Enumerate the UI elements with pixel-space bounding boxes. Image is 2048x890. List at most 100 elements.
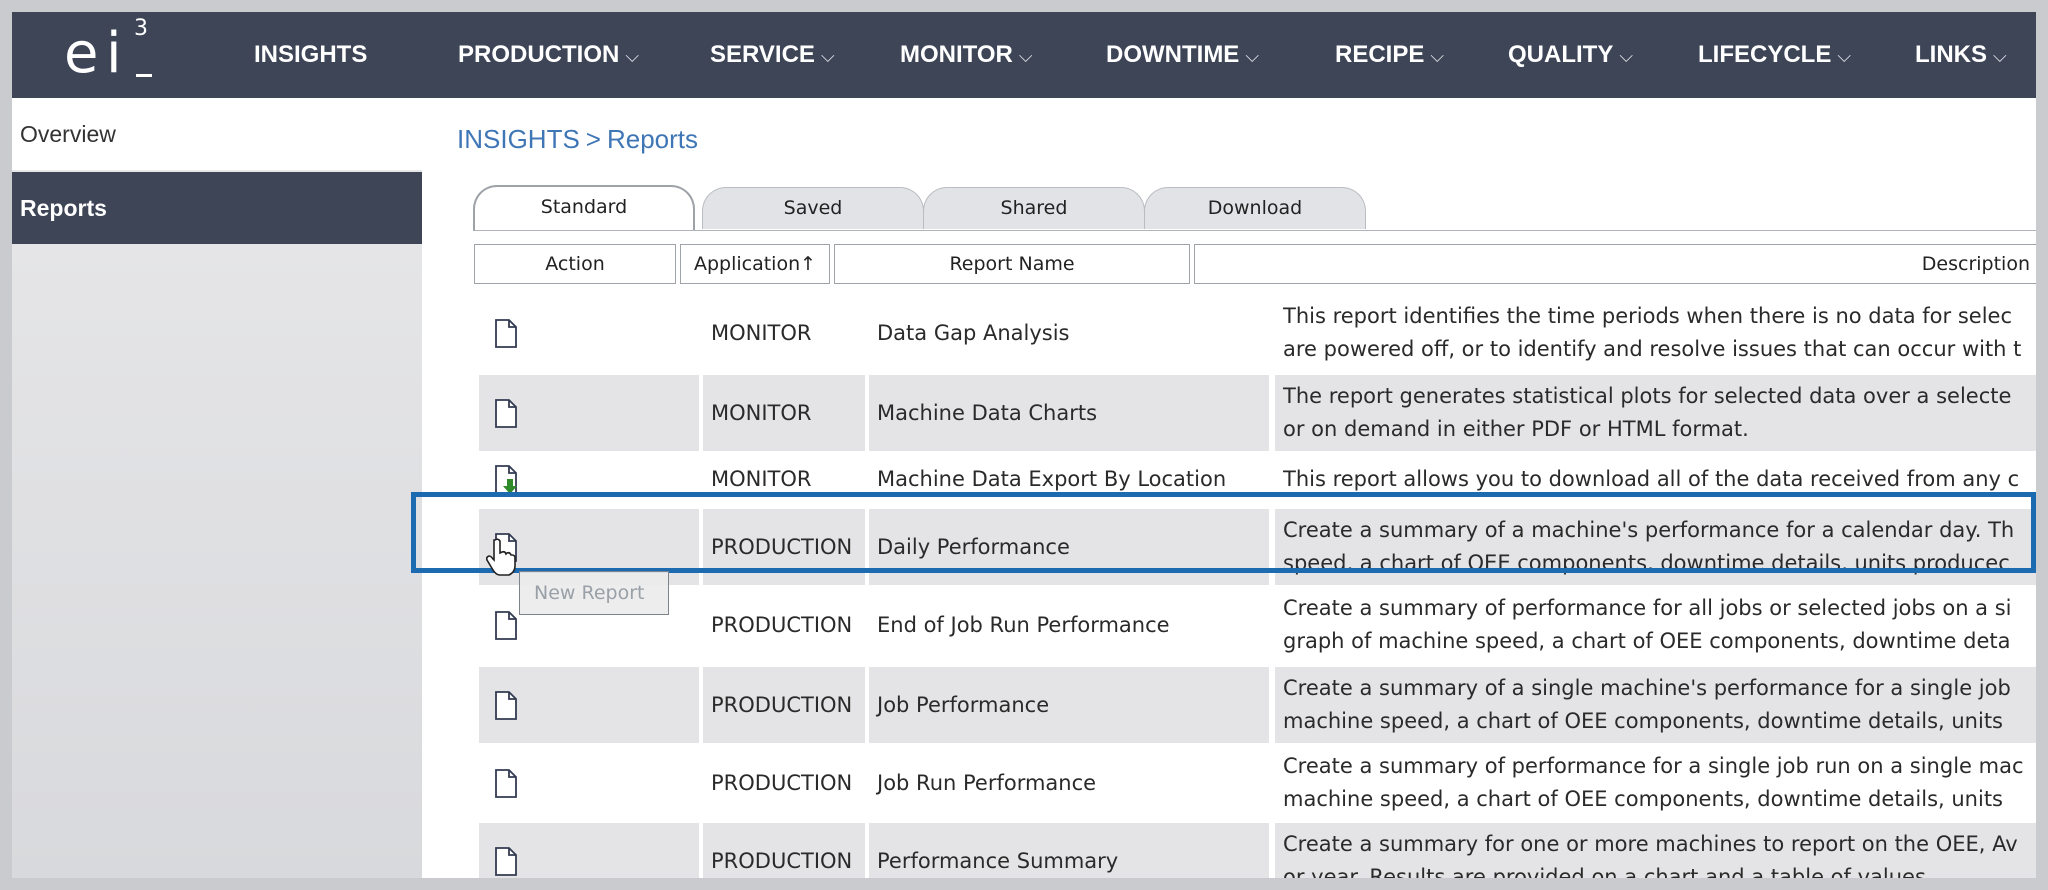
- description-cell: Create a summary of performance for a si…: [1275, 745, 2036, 821]
- new-report-icon[interactable]: [494, 319, 518, 348]
- hand-cursor-icon: [485, 538, 516, 580]
- application-cell: MONITOR: [703, 375, 865, 451]
- nav-service[interactable]: SERVICE ⌵: [710, 12, 835, 98]
- nav-links[interactable]: LINKS ⌵: [1915, 12, 2007, 98]
- tab-shared[interactable]: Shared: [923, 187, 1145, 229]
- column-header-label: Action: [545, 253, 605, 275]
- new-report-icon[interactable]: [494, 847, 518, 876]
- nav-production-label: PRODUCTION: [458, 41, 620, 68]
- action-cell: [479, 295, 699, 371]
- table-row: PRODUCTION Job Run Performance Create a su…: [479, 745, 2036, 821]
- description-cell: This report identifies the time periods …: [1275, 295, 2036, 371]
- chevron-down-icon: ⌵: [1430, 46, 1445, 66]
- nav-recipe-label: RECIPE: [1335, 41, 1425, 68]
- tooltip: New Report: [519, 571, 669, 615]
- application-cell: PRODUCTION: [711, 613, 853, 637]
- table-row: PRODUCTION End of Job Run Performance Crea…: [479, 587, 2036, 663]
- breadcrumb: INSIGHTS > Reports: [457, 124, 698, 155]
- nav-quality[interactable]: QUALITY ⌵: [1508, 12, 1633, 98]
- action-cell: [479, 823, 699, 878]
- application-cell: PRODUCTION: [703, 667, 865, 743]
- description-text: Create a summary of performance for all …: [1283, 596, 2012, 653]
- chevron-right-icon: >: [585, 124, 601, 154]
- tab-label: Download: [1207, 197, 1303, 219]
- nav-production[interactable]: PRODUCTION ⌵: [458, 12, 639, 98]
- column-header-application[interactable]: Application↑: [680, 244, 830, 284]
- breadcrumb-root[interactable]: INSIGHTS: [457, 124, 580, 154]
- description-text: The report generates statistical plots f…: [1283, 384, 2012, 441]
- application-cell: PRODUCTION: [703, 823, 865, 878]
- description-cell: The report generates statistical plots f…: [1275, 375, 2036, 451]
- chevron-down-icon: ⌵: [1619, 46, 1633, 66]
- nav-monitor-label: MONITOR: [900, 41, 1013, 68]
- sidebar: Overview Reports: [12, 98, 422, 878]
- column-header-action[interactable]: Action: [474, 244, 676, 284]
- tab-standard[interactable]: Standard: [473, 185, 695, 231]
- nav-quality-label: QUALITY: [1508, 41, 1614, 68]
- report-name-cell: Performance Summary: [869, 823, 1269, 878]
- table-row: MONITOR Machine Data Charts The report gen…: [479, 375, 2036, 451]
- sidebar-item-label: Reports: [20, 195, 107, 221]
- chevron-down-icon: ⌵: [625, 46, 639, 66]
- nav-service-label: SERVICE: [710, 41, 815, 68]
- nav-recipe[interactable]: RECIPE ⌵: [1335, 12, 1444, 98]
- nav-downtime[interactable]: DOWNTIME ⌵: [1106, 12, 1259, 98]
- tab-saved[interactable]: Saved: [702, 187, 924, 229]
- action-cell: [479, 745, 699, 821]
- nav-insights-label: INSIGHTS: [254, 41, 368, 68]
- new-report-icon[interactable]: [494, 399, 518, 428]
- top-nav-bar: e i 3 INSIGHTS PRODUCTION ⌵ SERVICE ⌵ MONI…: [12, 12, 2036, 98]
- chevron-down-icon: ⌵: [1018, 46, 1033, 66]
- description-cell: Create a summary for one or more machine…: [1275, 823, 2036, 878]
- sidebar-item-reports[interactable]: Reports: [12, 172, 422, 244]
- report-name-cell: Data Gap Analysis: [877, 321, 1070, 345]
- column-header-label: Application↑: [693, 253, 817, 275]
- description-cell: Create a summary of a single machine's p…: [1275, 667, 2036, 743]
- new-report-icon[interactable]: [494, 769, 518, 798]
- tab-divider: [474, 230, 2036, 231]
- ei3-logo[interactable]: e i 3: [64, 12, 174, 98]
- chevron-down-icon: ⌵: [1993, 46, 2007, 66]
- tab-download[interactable]: Download: [1144, 187, 1366, 229]
- report-name-cell: End of Job Run Performance: [877, 613, 1170, 637]
- row-highlight-box: [411, 492, 2036, 573]
- chevron-down-icon: ⌵: [820, 46, 835, 66]
- tab-label: Standard: [540, 196, 628, 218]
- column-header-label: Description: [1921, 253, 2030, 275]
- column-header-label: Report Name: [949, 253, 1075, 275]
- description-cell: Create a summary of performance for all …: [1275, 587, 2036, 663]
- logo-superscript: 3: [134, 16, 148, 41]
- description-text: This report identifies the time periods …: [1283, 304, 2022, 361]
- nav-insights[interactable]: INSIGHTS: [254, 12, 367, 98]
- table-row: MONITOR Data Gap Analysis This report iden…: [479, 295, 2036, 371]
- description-text: Create a summary of performance for a si…: [1283, 754, 2024, 811]
- action-cell: [479, 375, 699, 451]
- report-name-cell: Machine Data Charts: [869, 375, 1269, 451]
- logo-letter-i: i: [106, 21, 122, 86]
- new-report-icon[interactable]: [494, 691, 518, 720]
- application-cell: MONITOR: [711, 321, 812, 345]
- description-text: This report allows you to download all o…: [1283, 466, 2020, 491]
- column-header-report-name[interactable]: Report Name: [834, 244, 1190, 284]
- chevron-down-icon: ⌵: [1245, 46, 1259, 66]
- sidebar-item-label: Overview: [20, 121, 116, 147]
- sidebar-item-overview[interactable]: Overview: [12, 98, 422, 170]
- logo-letter-e: e: [64, 21, 99, 86]
- new-report-icon[interactable]: [494, 611, 518, 640]
- report-name-cell: Job Run Performance: [877, 771, 1097, 795]
- tab-label: Saved: [783, 197, 843, 219]
- app-window: e i 3 INSIGHTS PRODUCTION ⌵ SERVICE ⌵ MONI…: [12, 12, 2036, 878]
- action-cell: [479, 667, 699, 743]
- nav-lifecycle[interactable]: LIFECYCLE ⌵: [1698, 12, 1851, 98]
- nav-downtime-label: DOWNTIME: [1106, 41, 1240, 68]
- nav-monitor[interactable]: MONITOR ⌵: [900, 12, 1033, 98]
- chevron-down-icon: ⌵: [1837, 46, 1851, 66]
- column-header-description[interactable]: Description: [1194, 244, 2036, 284]
- nav-lifecycle-label: LIFECYCLE: [1698, 41, 1832, 68]
- application-cell: PRODUCTION: [711, 771, 853, 795]
- logo-underscore: [136, 74, 152, 77]
- tab-label: Shared: [1000, 197, 1068, 219]
- table-row: PRODUCTION Performance Summary Create a su…: [479, 823, 2036, 878]
- table-row: PRODUCTION Job Performance Create a summar…: [479, 667, 2036, 743]
- download-report-icon[interactable]: [494, 465, 518, 494]
